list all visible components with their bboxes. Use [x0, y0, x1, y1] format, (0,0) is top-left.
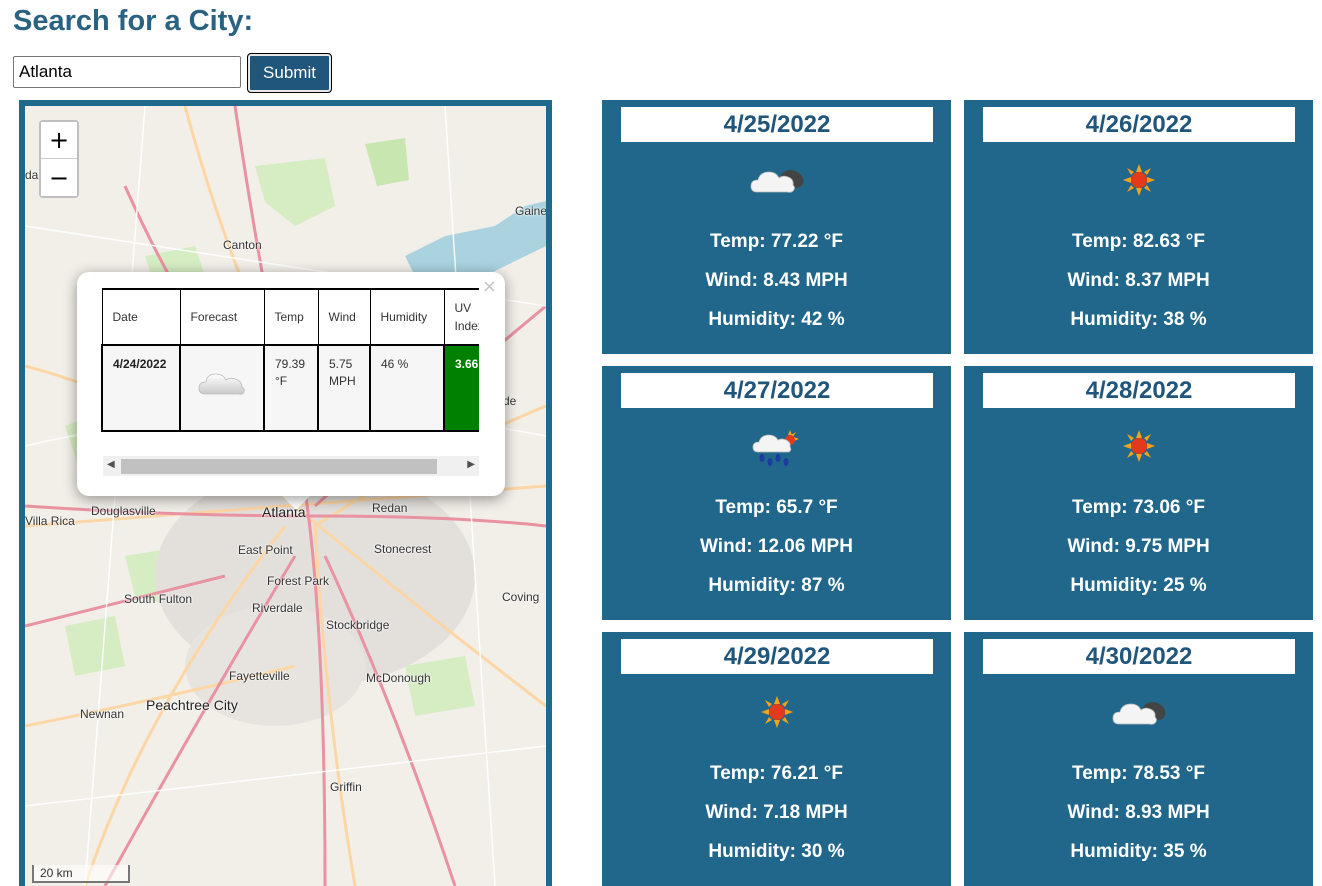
- sun-icon: [1122, 430, 1155, 462]
- map-label: Griffin: [330, 780, 362, 794]
- map-frame: Canton Gaine Douglasville Villa Rica Atl…: [19, 100, 552, 886]
- cell-forecast: [179, 344, 265, 432]
- park-area: [65, 616, 125, 676]
- card-icon: [602, 694, 951, 734]
- card-temp: Temp: 82.63 °F: [1072, 231, 1205, 252]
- card-humidity: Humidity: 38 %: [1070, 309, 1207, 330]
- forecast-card: 4/26/2022 Temp: 82.63 °F Wind: 8.37 MPH …: [964, 100, 1313, 354]
- map-label: East Point: [238, 543, 293, 557]
- city-search-input[interactable]: [13, 56, 241, 88]
- cell-date: 4/24/2022: [101, 344, 181, 432]
- cell-temp: 79.39 °F: [263, 344, 319, 432]
- forecast-card: 4/28/2022 Temp: 73.06 °F Wind: 9.75 MPH …: [964, 366, 1313, 620]
- map-view[interactable]: Canton Gaine Douglasville Villa Rica Atl…: [25, 106, 546, 886]
- map-label: de: [503, 394, 517, 408]
- cell-humidity: 46 %: [369, 344, 445, 432]
- card-date: 4/27/2022: [621, 373, 933, 408]
- horizontal-scrollbar[interactable]: ◀ ▶: [103, 456, 479, 476]
- partly-cloudy-night-icon: [1112, 702, 1165, 725]
- map-label: Newnan: [80, 707, 125, 721]
- popup-tip: [280, 494, 312, 510]
- header-wind: Wind: [317, 288, 371, 346]
- rain-sun-icon: [752, 430, 799, 466]
- map-popup: × Date Forecast Temp Wind Humidity UV In…: [77, 272, 505, 496]
- card-humidity: Humidity: 87 %: [708, 575, 845, 596]
- card-date: 4/30/2022: [983, 639, 1295, 674]
- park-area: [405, 656, 475, 716]
- card-temp: Temp: 77.22 °F: [710, 231, 843, 252]
- map-label: South Fulton: [124, 592, 193, 606]
- card-wind: Wind: 7.18 MPH: [705, 802, 848, 823]
- partly-cloudy-night-icon: [750, 170, 803, 193]
- zoom-out-button[interactable]: −: [41, 159, 77, 196]
- map-label: Redan: [372, 501, 408, 515]
- map-label: Peachtree City: [146, 697, 238, 713]
- map-label: Coving: [502, 590, 540, 604]
- cloud-icon: [198, 373, 245, 395]
- map-label: Fayetteville: [229, 669, 290, 683]
- card-date: 4/29/2022: [621, 639, 933, 674]
- map-label: Riverdale: [252, 601, 303, 615]
- map-label: Douglasville: [91, 504, 156, 518]
- card-icon: [964, 162, 1313, 202]
- card-date: 4/26/2022: [983, 107, 1295, 142]
- cell-uv-index: 3.66: [443, 344, 479, 432]
- table-header-row: Date Forecast Temp Wind Humidity UV Inde…: [101, 288, 479, 346]
- header-forecast: Forecast: [179, 288, 265, 346]
- card-icon: [602, 162, 951, 202]
- header-date: Date: [101, 288, 181, 346]
- header-humidity: Humidity: [369, 288, 445, 346]
- card-humidity: Humidity: 35 %: [1070, 841, 1207, 862]
- card-temp: Temp: 78.53 °F: [1072, 763, 1205, 784]
- current-weather-table: Date Forecast Temp Wind Humidity UV Inde…: [101, 288, 479, 432]
- scale-bar: 20 km: [32, 865, 130, 883]
- forecast-card: 4/25/2022 Temp: 77.22 °F Wind: 8.43 MPH …: [602, 100, 951, 354]
- card-humidity: Humidity: 25 %: [1070, 575, 1207, 596]
- map-label: Gaine: [515, 204, 546, 218]
- forecast-card: 4/27/2022 Temp: 65.7 °F Wind: 12.06 MPH …: [602, 366, 951, 620]
- page-heading: Search for a City:: [13, 5, 254, 37]
- map-label: Stockbridge: [326, 618, 390, 632]
- zoom-control: + −: [39, 120, 79, 198]
- card-date: 4/25/2022: [621, 107, 933, 142]
- card-wind: Wind: 9.75 MPH: [1067, 536, 1210, 557]
- scroll-right-icon[interactable]: ▶: [467, 459, 475, 470]
- card-temp: Temp: 76.21 °F: [710, 763, 843, 784]
- cell-wind: 5.75 MPH: [317, 344, 371, 432]
- card-wind: Wind: 12.06 MPH: [700, 536, 853, 557]
- map-label: Forest Park: [267, 574, 330, 588]
- table-row: 4/24/2022 79.39 °F 5.75 MPH 46 % 3.66: [101, 344, 479, 432]
- forecast-card: 4/29/2022 Temp: 76.21 °F Wind: 7.18 MPH …: [602, 632, 951, 886]
- submit-button[interactable]: Submit: [247, 53, 332, 93]
- map-label: Villa Rica: [25, 514, 75, 528]
- card-wind: Wind: 8.93 MPH: [1067, 802, 1210, 823]
- map-label: McDonough: [366, 671, 431, 685]
- park-area: [255, 158, 335, 226]
- card-temp: Temp: 65.7 °F: [715, 497, 838, 518]
- card-wind: Wind: 8.43 MPH: [705, 270, 848, 291]
- park-area: [365, 138, 409, 186]
- map-label: Stonecrest: [374, 542, 432, 556]
- card-temp: Temp: 73.06 °F: [1072, 497, 1205, 518]
- card-humidity: Humidity: 42 %: [708, 309, 845, 330]
- card-icon: [964, 428, 1313, 468]
- scroll-left-icon[interactable]: ◀: [107, 459, 115, 470]
- card-wind: Wind: 8.37 MPH: [1067, 270, 1210, 291]
- popup-table-container[interactable]: Date Forecast Temp Wind Humidity UV Inde…: [101, 288, 479, 434]
- header-temp: Temp: [263, 288, 319, 346]
- sun-icon: [760, 696, 793, 728]
- card-humidity: Humidity: 30 %: [708, 841, 845, 862]
- sun-icon: [1122, 164, 1155, 196]
- card-icon: [964, 694, 1313, 734]
- map-label: Canton: [223, 238, 262, 252]
- zoom-in-button[interactable]: +: [41, 122, 77, 159]
- forecast-card: 4/30/2022 Temp: 78.53 °F Wind: 8.93 MPH …: [964, 632, 1313, 886]
- card-date: 4/28/2022: [983, 373, 1295, 408]
- header-uv-index: UV Index: [443, 288, 479, 346]
- scroll-thumb[interactable]: [121, 459, 437, 474]
- popup-close-button[interactable]: ×: [482, 276, 497, 297]
- card-icon: [602, 428, 951, 468]
